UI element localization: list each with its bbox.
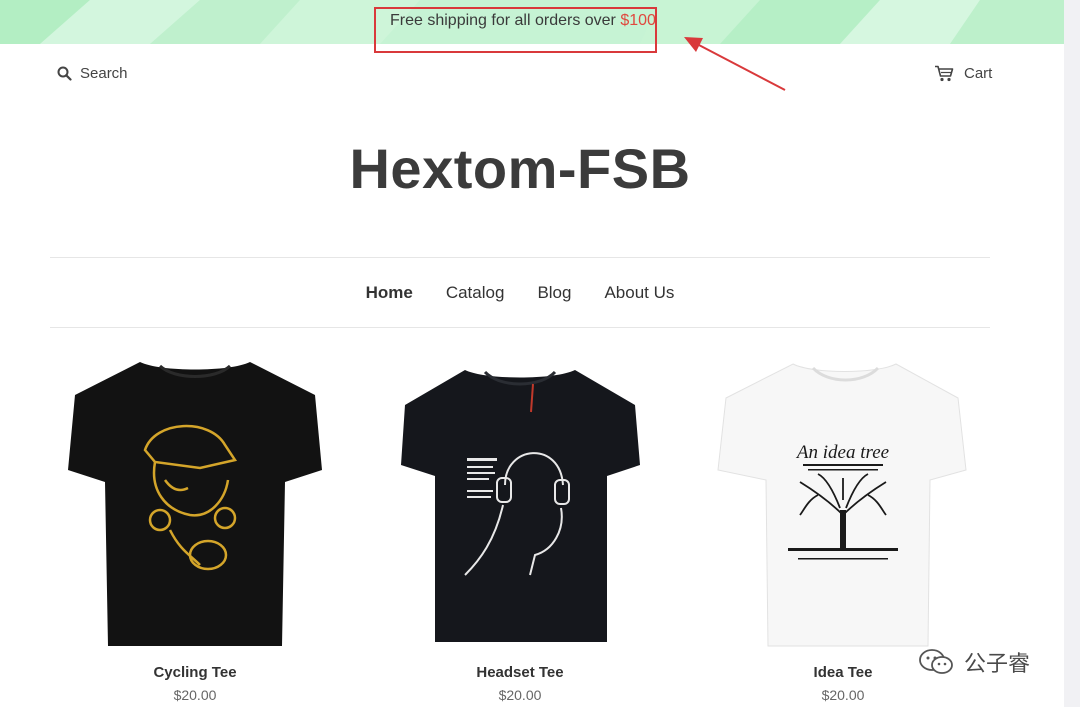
nav-item-about-us[interactable]: About Us (604, 283, 674, 303)
scrollbar-gutter (1064, 0, 1080, 707)
product-price: $20.00 (173, 687, 217, 703)
nav-bottom-divider (50, 327, 990, 328)
nav-item-blog[interactable]: Blog (537, 283, 571, 303)
watermark-text: 公子睿 (964, 651, 1031, 676)
watermark: 公子睿 (918, 646, 1030, 678)
wechat-icon (919, 649, 953, 674)
product-name[interactable]: Headset Tee (385, 664, 655, 681)
search-link[interactable]: Search (57, 62, 128, 84)
product-image[interactable]: An idea tree (708, 350, 978, 650)
product-image[interactable] (60, 350, 330, 650)
tshirt-print-text: An idea tree (795, 442, 889, 463)
nav-item-home[interactable]: Home (366, 283, 413, 303)
store-logo[interactable]: Hextom-FSB (0, 136, 1040, 201)
nav-top-divider (50, 257, 990, 258)
annotation-highlight-box (374, 7, 657, 53)
search-icon (57, 66, 72, 81)
main-nav: Home Catalog Blog About Us (0, 283, 1040, 303)
cart-link[interactable]: Cart (934, 62, 992, 84)
tshirt-image (68, 362, 322, 646)
tshirt-image (401, 370, 640, 642)
cart-label: Cart (964, 64, 993, 82)
search-label: Search (80, 64, 128, 82)
product-name[interactable]: Cycling Tee (60, 664, 330, 681)
product-card[interactable]: Cycling Tee $20.00 (60, 350, 330, 703)
nav-item-catalog[interactable]: Catalog (446, 283, 505, 303)
tshirt-image: An idea tree (717, 363, 967, 647)
product-image[interactable] (385, 350, 655, 650)
page: Free shipping for all orders over $100 S… (0, 0, 1064, 707)
product-price: $20.00 (821, 687, 865, 703)
product-card[interactable]: Headset Tee $20.00 (385, 350, 655, 703)
product-price: $20.00 (498, 687, 542, 703)
cart-icon (935, 65, 954, 81)
